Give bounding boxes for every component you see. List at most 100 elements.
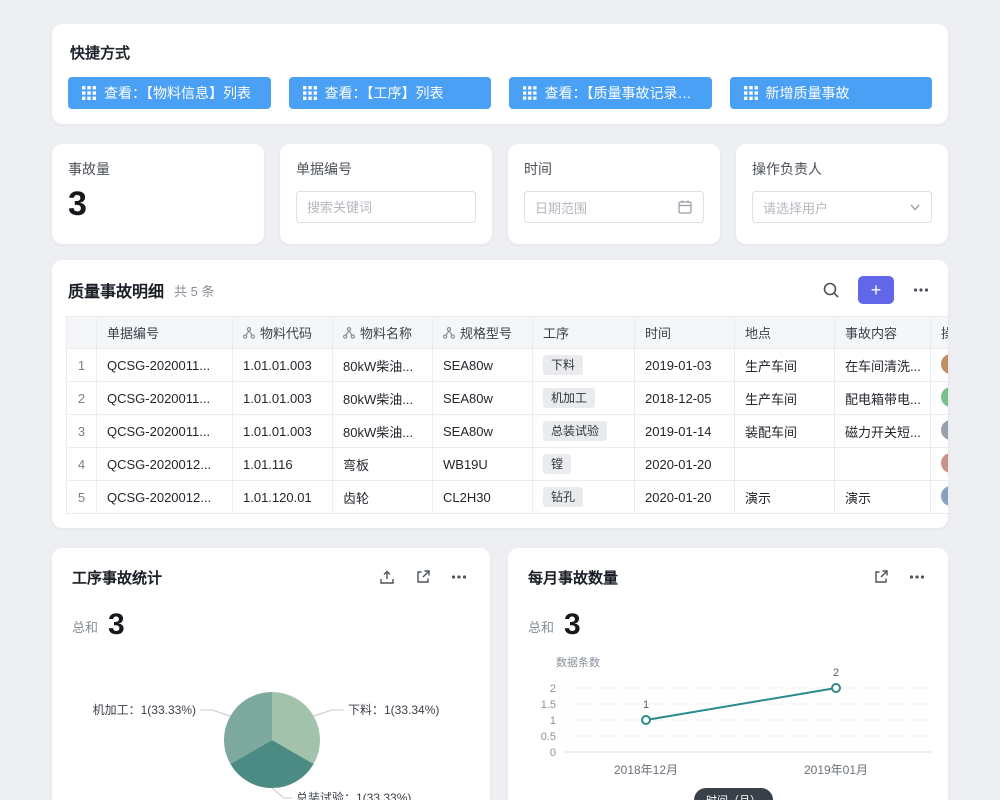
table-header-row: 单据编号 物料代码 物料名称 规格型号 工序 时间 地点 事故内	[67, 317, 949, 349]
table-scroll-area[interactable]: 单据编号 物料代码 物料名称 规格型号 工序 时间 地点 事故内	[66, 316, 948, 514]
cell-material-code: 1.01.01.003	[233, 415, 333, 448]
cell-doc-number: QCSG-2020012...	[97, 448, 233, 481]
cell-spec: CL2H30	[433, 481, 533, 514]
table-row[interactable]: 4 QCSG-2020012... 1.01.116 弯板 WB19U 镗 20…	[67, 448, 949, 481]
line-total: 总和 3	[508, 588, 948, 640]
process-tag: 钻孔	[543, 487, 583, 507]
cell-date: 2018-12-05	[635, 382, 735, 415]
shortcut-view-quality-records-button[interactable]: 查看：【质量事故记录】...	[509, 77, 712, 109]
cell-content: 磁力开关短...	[835, 415, 931, 448]
grid-icon	[82, 86, 96, 100]
row-index: 5	[67, 481, 97, 514]
cell-doc-number: QCSG-2020011...	[97, 415, 233, 448]
pie-card-actions	[376, 566, 470, 588]
cell-material-name: 弯板	[333, 448, 433, 481]
cell-date: 2019-01-03	[635, 349, 735, 382]
table-row[interactable]: 1 QCSG-2020011... 1.01.01.003 80kW柴油... …	[67, 349, 949, 382]
doc-number-search-input[interactable]	[307, 200, 465, 215]
pie-total: 总和 3	[52, 588, 490, 640]
line-total-value: 3	[564, 610, 581, 640]
row-index: 2	[67, 382, 97, 415]
calendar-icon	[677, 199, 693, 215]
pie-chart[interactable]: 下料：1(33.34%) 机加工：1(33.33%) 总装试验：1(33.33%…	[52, 684, 490, 800]
grid-icon	[303, 86, 317, 100]
cell-material-code: 1.01.116	[233, 448, 333, 481]
line-card-actions	[870, 566, 928, 588]
date-range-placeholder: 日期范围	[535, 198, 671, 217]
data-point[interactable]	[642, 716, 650, 724]
pie-total-label: 总和	[72, 617, 98, 640]
leader-line	[272, 788, 292, 798]
x-tick: 2018年12月	[614, 763, 678, 777]
pie-card-header: 工序事故统计	[52, 548, 490, 588]
col-operator-clipped[interactable]: 操	[931, 317, 949, 349]
accident-count-card: 事故量 3	[52, 144, 264, 244]
search-icon[interactable]	[820, 279, 842, 301]
operator-filter-label: 操作负责人	[752, 159, 932, 179]
cell-date: 2020-01-20	[635, 448, 735, 481]
col-material-code[interactable]: 物料代码	[233, 317, 333, 349]
cell-process: 下料	[533, 349, 635, 382]
col-time[interactable]: 时间	[635, 317, 735, 349]
grid-icon	[744, 86, 758, 100]
open-in-new-icon[interactable]	[870, 566, 892, 588]
line-chart[interactable]: 数据条数 2 1.5 1 0.5 0 1 2	[516, 652, 940, 800]
time-filter-label: 时间	[524, 159, 704, 179]
monthly-accident-count-card: 每月事故数量 总和 3 数据条数	[508, 548, 948, 800]
col-material-name[interactable]: 物料名称	[333, 317, 433, 349]
table-actions: +	[820, 276, 932, 304]
shortcuts-title: 快捷方式	[68, 40, 932, 63]
col-place[interactable]: 地点	[735, 317, 835, 349]
point-label: 2	[833, 667, 839, 679]
cell-process: 钻孔	[533, 481, 635, 514]
col-spec[interactable]: 规格型号	[433, 317, 533, 349]
cell-material-name: 齿轮	[333, 481, 433, 514]
line-chart-title: 每月事故数量	[528, 567, 618, 588]
more-menu-icon[interactable]	[906, 566, 928, 588]
row-index: 3	[67, 415, 97, 448]
cell-spec: SEA80w	[433, 349, 533, 382]
leader-line	[200, 710, 230, 716]
shortcut-label: 查看：【工序】列表	[325, 83, 444, 103]
shortcut-add-quality-accident-button[interactable]: 新增质量事故	[730, 77, 933, 109]
add-record-button[interactable]: +	[858, 276, 894, 304]
col-content[interactable]: 事故内容	[835, 317, 931, 349]
col-label: 物料名称	[360, 323, 412, 342]
doc-number-label: 单据编号	[296, 159, 476, 179]
table-header-bar: 质量事故明细 共 5 条 +	[52, 260, 948, 316]
date-range-picker[interactable]: 日期范围	[524, 191, 704, 223]
cell-place: 生产车间	[735, 382, 835, 415]
doc-number-search-box[interactable]	[296, 191, 476, 223]
filter-row: 事故量 3 单据编号 时间 日期范围 操作负责人 请选择用户	[52, 144, 948, 244]
relation-field-icon	[243, 327, 255, 339]
col-process[interactable]: 工序	[533, 317, 635, 349]
quality-accident-table: 单据编号 物料代码 物料名称 规格型号 工序 时间 地点 事故内	[66, 316, 948, 514]
table-row[interactable]: 3 QCSG-2020011... 1.01.01.003 80kW柴油... …	[67, 415, 949, 448]
table-row[interactable]: 5 QCSG-2020012... 1.01.120.01 齿轮 CL2H30 …	[67, 481, 949, 514]
shortcut-label: 查看：【物料信息】列表	[104, 83, 251, 103]
cell-content: 演示	[835, 481, 931, 514]
avatar	[941, 387, 948, 407]
process-tag: 机加工	[543, 388, 595, 408]
cell-operator	[931, 481, 949, 514]
export-icon[interactable]	[376, 566, 398, 588]
table-row[interactable]: 2 QCSG-2020011... 1.01.01.003 80kW柴油... …	[67, 382, 949, 415]
shortcut-view-material-list-button[interactable]: 查看：【物料信息】列表	[68, 77, 271, 109]
operator-filter-card: 操作负责人 请选择用户	[736, 144, 948, 244]
shortcut-label: 新增质量事故	[766, 83, 850, 103]
process-tag: 下料	[543, 355, 583, 375]
data-point[interactable]	[832, 684, 840, 692]
cell-material-code: 1.01.01.003	[233, 349, 333, 382]
cell-date: 2020-01-20	[635, 481, 735, 514]
col-doc-number[interactable]: 单据编号	[97, 317, 233, 349]
open-in-new-icon[interactable]	[412, 566, 434, 588]
operator-select[interactable]: 请选择用户	[752, 191, 932, 223]
dashboard-page: 快捷方式 查看：【物料信息】列表 查看：【工序】列表 查看：【质量事故记录】..…	[0, 0, 1000, 800]
more-menu-icon[interactable]	[448, 566, 470, 588]
cell-place	[735, 448, 835, 481]
more-menu-icon[interactable]	[910, 279, 932, 301]
avatar	[941, 354, 948, 374]
x-tick: 2019年01月	[804, 763, 868, 777]
cell-material-name: 80kW柴油...	[333, 415, 433, 448]
shortcut-view-process-list-button[interactable]: 查看：【工序】列表	[289, 77, 492, 109]
